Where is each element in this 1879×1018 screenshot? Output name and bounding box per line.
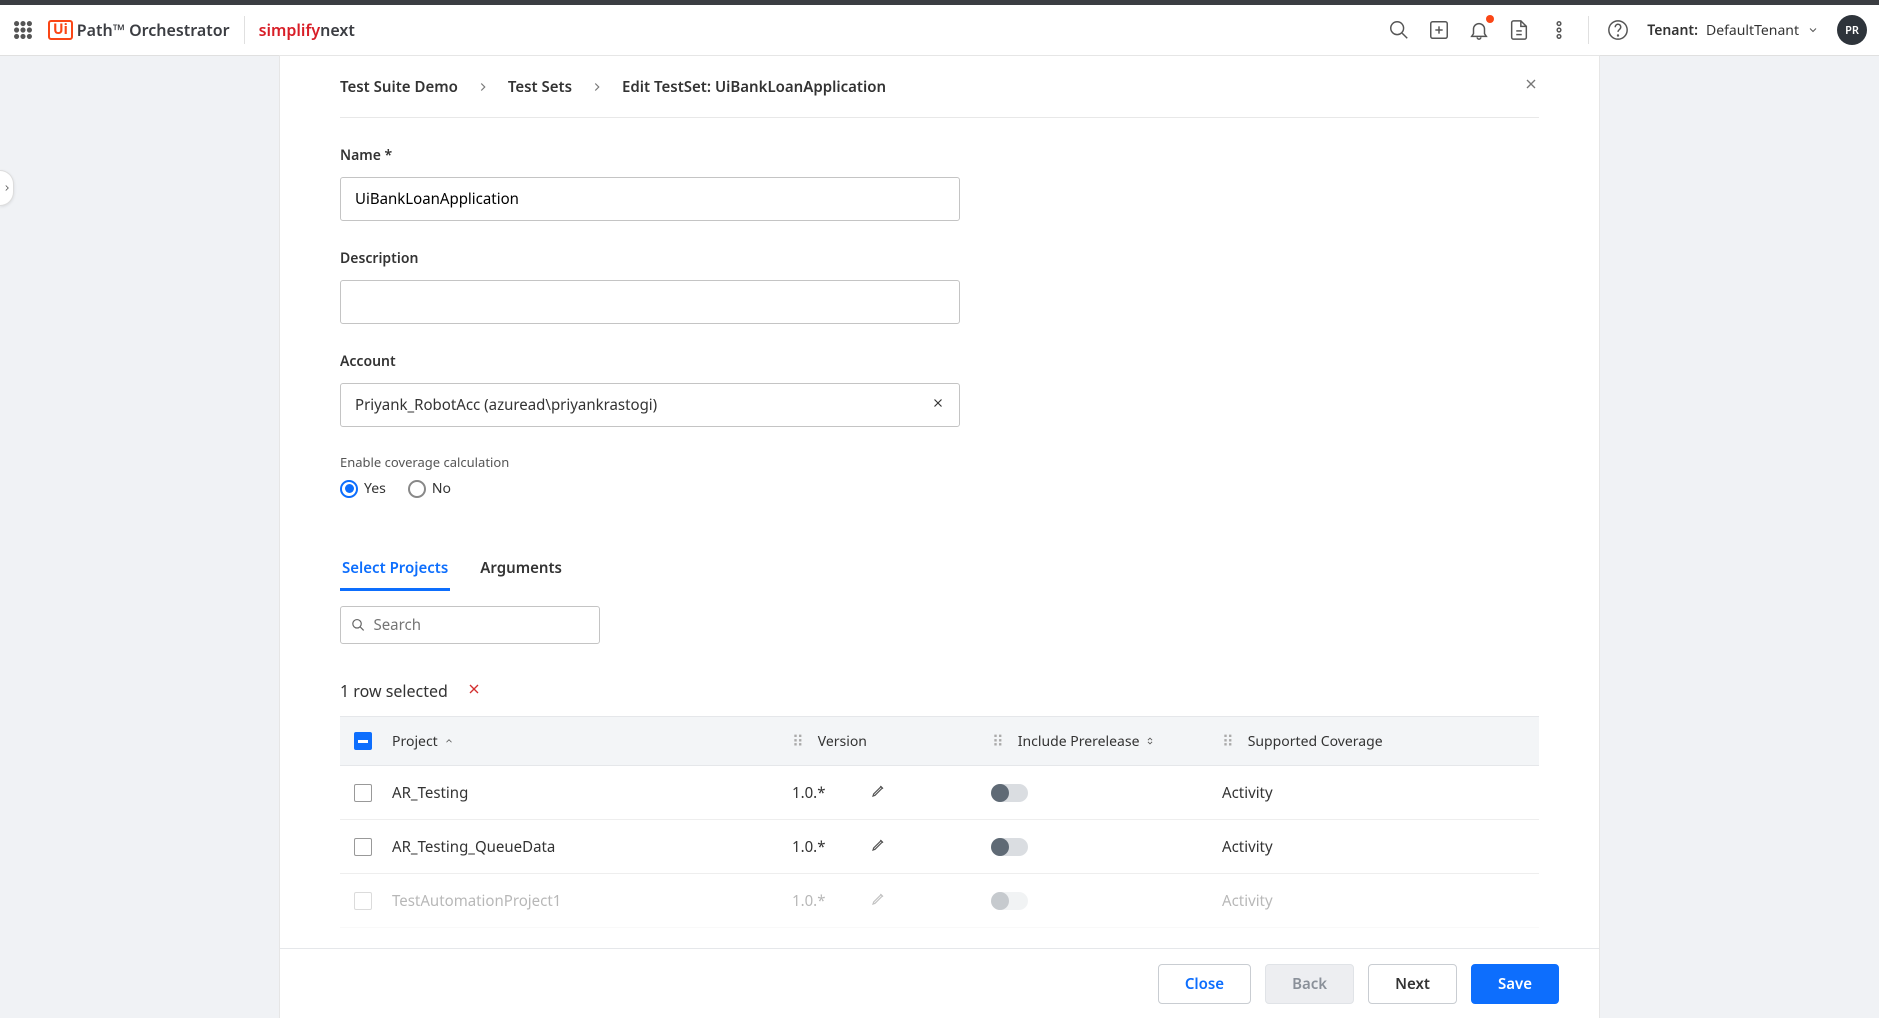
search-icon[interactable] bbox=[1388, 19, 1410, 41]
project-search-input[interactable] bbox=[373, 615, 589, 635]
account-label: Account bbox=[340, 352, 1539, 371]
tab-select-projects[interactable]: Select Projects bbox=[340, 558, 450, 591]
edit-testset-panel: Test Suite Demo Test Sets Edit TestSet: … bbox=[280, 56, 1599, 1018]
vertical-separator bbox=[244, 16, 245, 44]
radio-no-label: No bbox=[432, 479, 451, 498]
description-label: Description bbox=[340, 249, 1539, 268]
col-coverage[interactable]: ⠿Supported Coverage bbox=[1222, 730, 1539, 752]
name-field[interactable] bbox=[340, 177, 960, 221]
project-name: TestAutomationProject1 bbox=[392, 891, 561, 911]
tenant-value: DefaultTenant bbox=[1706, 21, 1799, 40]
partner-logo-b: next bbox=[320, 19, 355, 41]
table-row: TestAutomationProject1 1.0.* Activity bbox=[340, 874, 1539, 928]
drag-handle-icon[interactable]: ⠿ bbox=[992, 730, 1002, 752]
project-name: AR_Testing bbox=[392, 783, 468, 803]
description-field[interactable] bbox=[340, 280, 960, 324]
chevron-right-icon bbox=[590, 80, 604, 94]
edit-version-icon[interactable] bbox=[871, 890, 887, 911]
edit-version-icon[interactable] bbox=[871, 782, 887, 803]
account-select[interactable]: Priyank_RobotAcc (azuread\priyankrastogi… bbox=[340, 383, 960, 427]
account-value: Priyank_RobotAcc (azuread\priyankrastogi… bbox=[355, 395, 657, 415]
coverage-label: Enable coverage calculation bbox=[340, 453, 1539, 471]
chevron-right-icon bbox=[476, 80, 490, 94]
project-search[interactable] bbox=[340, 606, 600, 644]
row-checkbox[interactable] bbox=[354, 892, 372, 910]
project-name: AR_Testing_QueueData bbox=[392, 837, 555, 857]
coverage-value: Activity bbox=[1222, 783, 1273, 803]
add-icon[interactable] bbox=[1428, 19, 1450, 41]
radio-yes[interactable]: Yes bbox=[340, 479, 386, 498]
drawer-expand-handle[interactable] bbox=[0, 170, 14, 206]
drag-handle-icon[interactable]: ⠿ bbox=[792, 730, 802, 752]
select-all-checkbox[interactable] bbox=[354, 732, 372, 750]
notifications-icon[interactable] bbox=[1468, 19, 1490, 41]
prerelease-toggle[interactable] bbox=[992, 838, 1028, 856]
tenant-selector[interactable]: Tenant: DefaultTenant bbox=[1647, 21, 1819, 40]
help-icon[interactable] bbox=[1607, 19, 1629, 41]
prerelease-toggle[interactable] bbox=[992, 892, 1028, 910]
sort-icon bbox=[1145, 732, 1155, 751]
vertical-separator bbox=[1588, 16, 1589, 44]
clear-account-icon[interactable] bbox=[931, 395, 945, 415]
version-value: 1.0.* bbox=[792, 837, 825, 857]
version-value: 1.0.* bbox=[792, 783, 825, 803]
header-left: Ui Path™ Orchestrator simplifynext bbox=[12, 16, 355, 44]
apps-launcher-icon[interactable] bbox=[12, 19, 34, 41]
projects-table: Project ⠿Version ⠿Include Prerelease ⠿Su… bbox=[340, 716, 1539, 928]
logo-uipath[interactable]: Ui Path™ Orchestrator bbox=[48, 19, 230, 41]
tab-arguments[interactable]: Arguments bbox=[478, 558, 564, 591]
header-right: Tenant: DefaultTenant PR bbox=[1388, 15, 1867, 45]
description-input[interactable] bbox=[355, 292, 945, 312]
notification-badge bbox=[1486, 15, 1494, 23]
version-value: 1.0.* bbox=[792, 891, 825, 911]
app-header: Ui Path™ Orchestrator simplifynext Tenan… bbox=[0, 0, 1879, 56]
name-input[interactable] bbox=[355, 189, 945, 209]
col-prerelease[interactable]: ⠿Include Prerelease bbox=[992, 730, 1222, 752]
product-name: Orchestrator bbox=[129, 19, 230, 41]
logo-path-text: Path™ bbox=[77, 19, 125, 41]
breadcrumb: Test Suite Demo Test Sets Edit TestSet: … bbox=[340, 56, 1539, 118]
panel-footer: Close Back Next Save bbox=[280, 948, 1599, 1018]
table-row: AR_Testing_QueueData 1.0.* Activity bbox=[340, 820, 1539, 874]
table-header: Project ⠿Version ⠿Include Prerelease ⠿Su… bbox=[340, 716, 1539, 766]
partner-logo: simplifynext bbox=[259, 19, 355, 41]
coverage-value: Activity bbox=[1222, 891, 1273, 911]
close-button[interactable]: Close bbox=[1158, 964, 1251, 1004]
coverage-radio-group: Yes No bbox=[340, 479, 1539, 498]
search-icon bbox=[351, 617, 365, 633]
selection-count: 1 row selected bbox=[340, 680, 448, 702]
document-icon[interactable] bbox=[1508, 19, 1530, 41]
more-icon[interactable] bbox=[1548, 19, 1570, 41]
next-button[interactable]: Next bbox=[1368, 964, 1457, 1004]
prerelease-toggle[interactable] bbox=[992, 784, 1028, 802]
table-row: AR_Testing 1.0.* Activity bbox=[340, 766, 1539, 820]
breadcrumb-level-2[interactable]: Test Sets bbox=[508, 77, 572, 97]
avatar[interactable]: PR bbox=[1837, 15, 1867, 45]
breadcrumb-current: Edit TestSet: UiBankLoanApplication bbox=[622, 77, 886, 97]
close-panel-icon[interactable] bbox=[1523, 76, 1539, 97]
name-label: Name * bbox=[340, 146, 1539, 165]
col-version[interactable]: ⠿Version bbox=[792, 730, 992, 752]
edit-version-icon[interactable] bbox=[871, 836, 887, 857]
coverage-value: Activity bbox=[1222, 837, 1273, 857]
drag-handle-icon[interactable]: ⠿ bbox=[1222, 730, 1232, 752]
selection-summary: 1 row selected bbox=[340, 680, 1539, 702]
radio-yes-label: Yes bbox=[364, 479, 386, 498]
partner-logo-a: simplify bbox=[259, 19, 321, 41]
col-project[interactable]: Project bbox=[392, 732, 792, 751]
row-checkbox[interactable] bbox=[354, 784, 372, 802]
save-button[interactable]: Save bbox=[1471, 964, 1559, 1004]
sort-asc-icon bbox=[444, 732, 454, 751]
logo-ui-box: Ui bbox=[48, 20, 73, 40]
back-button: Back bbox=[1265, 964, 1354, 1004]
radio-no[interactable]: No bbox=[408, 479, 451, 498]
projects-tabs: Select Projects Arguments bbox=[340, 558, 1539, 592]
clear-selection-icon[interactable] bbox=[466, 680, 482, 702]
breadcrumb-level-1[interactable]: Test Suite Demo bbox=[340, 77, 458, 97]
row-checkbox[interactable] bbox=[354, 838, 372, 856]
tenant-label: Tenant: bbox=[1647, 21, 1698, 40]
